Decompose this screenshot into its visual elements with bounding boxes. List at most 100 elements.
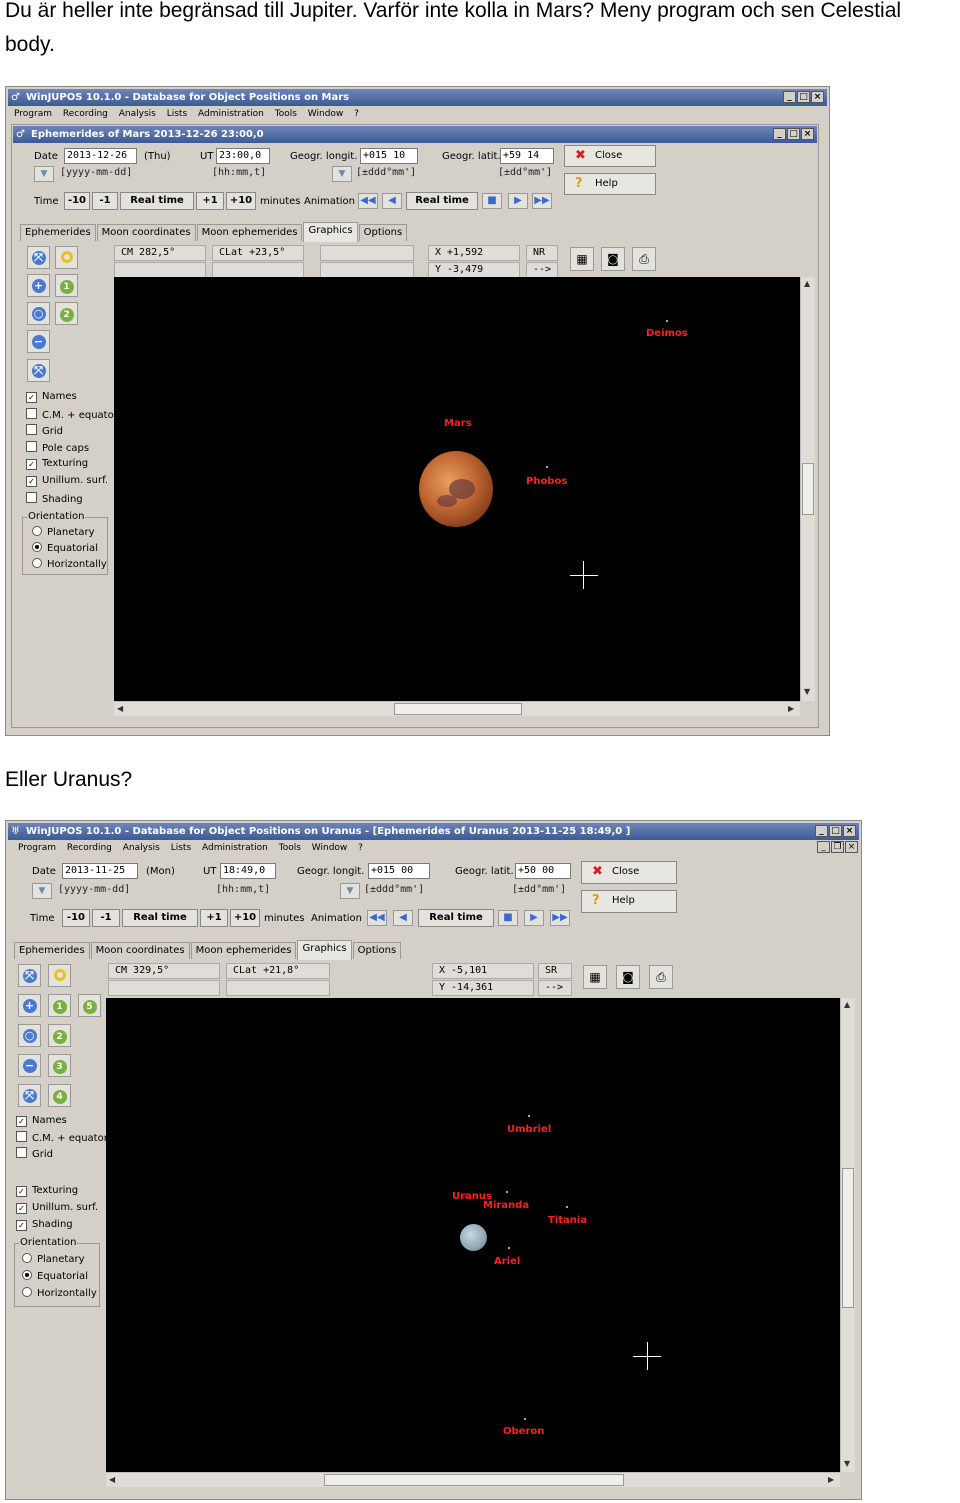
plus-1-button[interactable]: +1 (196, 192, 224, 210)
stop-icon[interactable]: ■ (482, 193, 502, 209)
mars-vertical-scrollbar[interactable]: ▲ ▼ (800, 277, 815, 701)
checkbox-box[interactable]: ✓ (26, 459, 37, 470)
globe-icon[interactable]: ◙ (616, 965, 640, 989)
menu-analysis[interactable]: Analysis (119, 109, 156, 119)
minus-10-button[interactable]: -10 (62, 909, 90, 927)
menu-recording[interactable]: Recording (63, 109, 108, 119)
checkbox-grid[interactable]: Grid (26, 424, 63, 438)
menu-window[interactable]: Window (312, 843, 348, 853)
radio-equatorial[interactable]: Equatorial (22, 1270, 88, 1283)
checkbox-box[interactable]: ✓ (16, 1220, 27, 1231)
child-close-button[interactable]: × (801, 128, 814, 140)
checkbox-shading[interactable]: ✓ Shading (16, 1219, 73, 1231)
checkbox-box[interactable]: ✓ (26, 476, 37, 487)
checkbox-box[interactable] (26, 492, 37, 503)
checkbox-box[interactable] (26, 408, 37, 419)
uranus-horizontal-scrollbar[interactable]: ◀ ▶ (106, 1472, 840, 1487)
checkbox-box[interactable]: ✓ (26, 392, 37, 403)
checkbox-box[interactable] (16, 1147, 27, 1158)
checkbox-unillum-surf[interactable]: ✓ Unillum. surf. (26, 475, 108, 487)
sun-tool-icon[interactable] (48, 964, 71, 987)
tab-moon-ephemerides[interactable]: Moon ephemerides (190, 942, 297, 959)
tab-options[interactable]: Options (358, 224, 408, 241)
longitude-input[interactable]: +015 10 (360, 148, 418, 164)
checkbox-texturing[interactable]: ✓ Texturing (16, 1185, 78, 1197)
checkbox-unillum-surf[interactable]: ✓ Unillum. surf. (16, 1202, 98, 1214)
fast-forward-icon[interactable]: ▶▶ (532, 193, 552, 209)
tab-graphics[interactable]: Graphics (297, 940, 352, 960)
radio-horizontally[interactable]: Horizontally (32, 558, 107, 571)
radio-circle[interactable] (32, 542, 42, 552)
menu-administration[interactable]: Administration (198, 109, 264, 119)
mdi-close-button[interactable]: × (845, 841, 858, 853)
maximize-button[interactable]: □ (797, 91, 810, 103)
maximize-button[interactable]: □ (829, 825, 842, 837)
menu-tools[interactable]: Tools (279, 843, 301, 853)
radio-circle[interactable] (22, 1270, 32, 1280)
date-input[interactable]: 2013-12-26 (64, 148, 137, 164)
moon-2-icon[interactable]: 2 (48, 1024, 71, 1047)
location-dropdown-arrow[interactable]: ▼ (332, 166, 352, 182)
menu-window[interactable]: Window (308, 109, 344, 119)
zoom-out-icon[interactable]: − (27, 330, 50, 353)
ut-input[interactable]: 23:00,0 (216, 148, 270, 164)
minus-1-button[interactable]: -1 (92, 192, 118, 210)
checkbox-c-m-equator[interactable]: C.M. + equator (26, 408, 118, 422)
help-button[interactable]: ? Help (581, 890, 677, 913)
radio-planetary[interactable]: Planetary (22, 1253, 85, 1266)
location-dropdown-arrow[interactable]: ▼ (340, 883, 360, 899)
ut-input[interactable]: 18:49,0 (220, 863, 276, 879)
radio-circle[interactable] (32, 558, 42, 568)
child-minimize-button[interactable]: _ (773, 128, 786, 140)
minus-1-button[interactable]: -1 (92, 909, 120, 927)
radio-circle[interactable] (32, 526, 42, 536)
menu-lists[interactable]: Lists (171, 843, 191, 853)
minus-10-button[interactable]: -10 (64, 192, 90, 210)
radio-equatorial[interactable]: Equatorial (32, 542, 98, 555)
uranus-vertical-scrollbar[interactable]: ▲ ▼ (840, 998, 855, 1472)
animation-realtime-button[interactable]: Real time (418, 909, 494, 927)
menu-lists[interactable]: Lists (167, 109, 187, 119)
step-back-icon[interactable]: ◀ (393, 910, 413, 926)
radio-planetary[interactable]: Planetary (32, 526, 95, 539)
moon-1-icon[interactable]: 1 (48, 994, 71, 1017)
fast-forward-icon[interactable]: ▶▶ (550, 910, 570, 926)
uranus-graphics-area[interactable]: Umbriel Uranus Miranda Titania Ariel Obe… (106, 998, 840, 1472)
checkbox-box[interactable] (26, 441, 37, 452)
tab-moon-coordinates[interactable]: Moon coordinates (96, 224, 196, 241)
moon-4-icon[interactable]: 4 (48, 1084, 71, 1107)
stop-icon[interactable]: ■ (498, 910, 518, 926)
plus-1-button[interactable]: +1 (200, 909, 228, 927)
realtime-button[interactable]: Real time (122, 909, 198, 927)
checkbox-box[interactable]: ✓ (16, 1116, 27, 1127)
mars-graphics-area[interactable]: Deimos Mars Phobos (114, 277, 800, 701)
moon-1-icon[interactable]: 1 (55, 274, 78, 297)
latitude-input[interactable]: +59 14 (500, 148, 554, 164)
date-input[interactable]: 2013-11-25 (62, 863, 138, 879)
zoom-reset-icon[interactable]: ○ (18, 1024, 41, 1047)
radio-horizontally[interactable]: Horizontally (22, 1287, 97, 1300)
moon-5-icon[interactable]: 5 (78, 994, 101, 1017)
minimize-button[interactable]: _ (815, 825, 828, 837)
mdi-restore-button[interactable]: ❐ (831, 841, 844, 853)
checkbox-box[interactable] (26, 424, 37, 435)
help-button[interactable]: ? Help (564, 173, 656, 195)
latitude-input[interactable]: +50 00 (515, 863, 571, 879)
date-dropdown-arrow[interactable]: ▼ (34, 166, 54, 182)
menu-recording[interactable]: Recording (67, 843, 112, 853)
date-dropdown-arrow[interactable]: ▼ (32, 883, 52, 899)
step-forward-icon[interactable]: ▶ (524, 910, 544, 926)
flip-tool-icon[interactable]: ⤧ (27, 359, 50, 382)
tab-moon-ephemerides[interactable]: Moon ephemerides (196, 224, 303, 241)
plus-10-button[interactable]: +10 (230, 909, 260, 927)
close-window-button[interactable]: × (843, 825, 856, 837)
checkbox-names[interactable]: ✓ Names (16, 1115, 67, 1127)
print-icon[interactable]: ⎙ (632, 247, 656, 271)
menu-program[interactable]: Program (14, 109, 52, 119)
checkbox-c-m-equator[interactable]: C.M. + equator (16, 1131, 108, 1145)
zoom-in-icon[interactable]: + (18, 994, 41, 1017)
menu-analysis[interactable]: Analysis (123, 843, 160, 853)
longitude-input[interactable]: +015 00 (368, 863, 430, 879)
step-back-icon[interactable]: ◀ (382, 193, 402, 209)
checkbox-grid[interactable]: Grid (16, 1147, 53, 1161)
